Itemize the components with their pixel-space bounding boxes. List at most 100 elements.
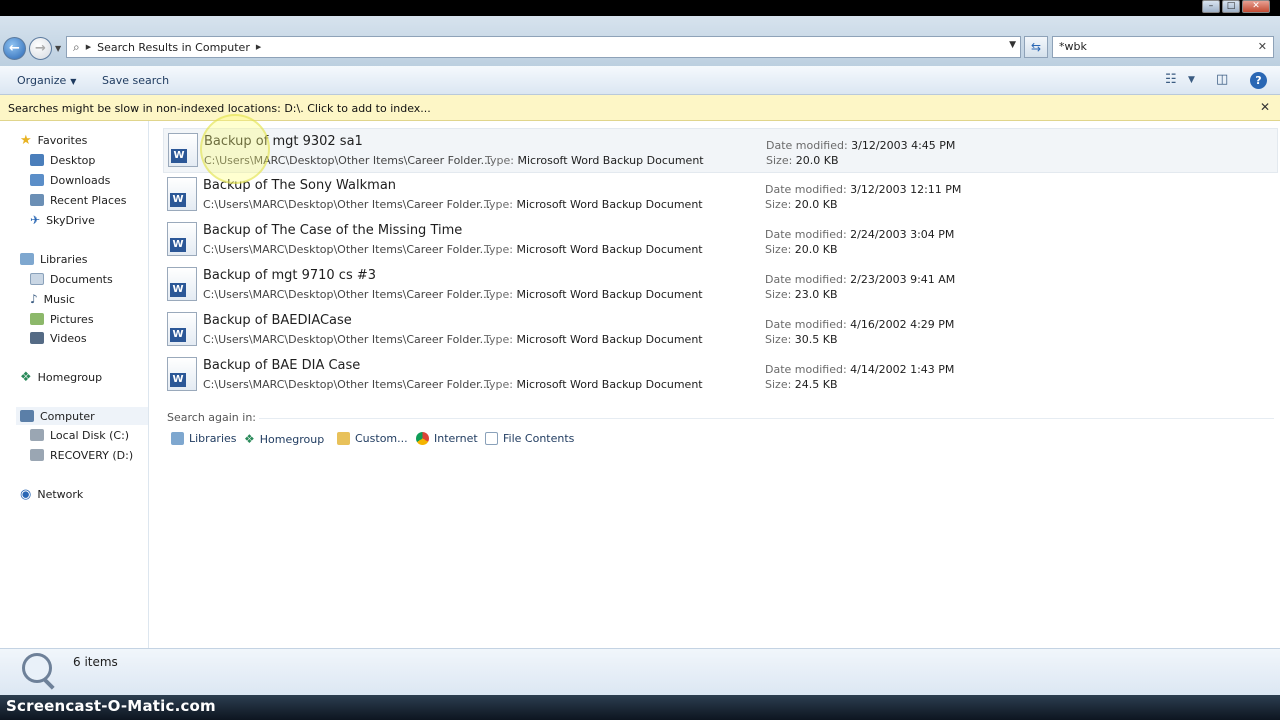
search-again-location-label: File Contents <box>503 432 575 445</box>
sidebar-item-documents[interactable]: Documents <box>30 270 113 288</box>
file-type: Type: Microsoft Word Backup Document <box>484 333 703 346</box>
size-value: 23.0 KB <box>794 288 838 301</box>
clear-search-icon[interactable]: ✕ <box>1258 40 1267 53</box>
pictures-icon <box>30 313 44 325</box>
list-item[interactable]: W Backup of BAEDIACase C:\Users\MARC\Des… <box>163 308 1278 353</box>
search-icon: ⌕ <box>73 39 80 54</box>
date-value: 2/24/2003 3:04 PM <box>850 228 955 241</box>
sidebar-item-recent-places[interactable]: Recent Places <box>30 191 127 209</box>
close-button[interactable]: ✕ <box>1242 0 1270 13</box>
sidebar-item-desktop[interactable]: Desktop <box>30 151 95 169</box>
type-label: Type: <box>484 198 513 211</box>
list-item[interactable]: W Backup of BAE DIA Case C:\Users\MARC\D… <box>163 353 1278 398</box>
save-search-button[interactable]: Save search <box>102 74 169 87</box>
index-warning-bar[interactable]: Searches might be slow in non-indexed lo… <box>0 95 1280 121</box>
file-date: Date modified: 4/14/2002 1:43 PM <box>765 363 954 376</box>
sidebar-item-videos[interactable]: Videos <box>30 329 87 347</box>
network-icon: ◉ <box>20 486 32 502</box>
type-label: Type: <box>484 288 513 301</box>
list-item[interactable]: W Backup of mgt 9302 sa1 C:\Users\MARC\D… <box>163 128 1278 173</box>
help-icon[interactable]: ? <box>1250 72 1267 89</box>
preview-pane-icon[interactable]: ◫ <box>1216 72 1228 87</box>
search-again-custom[interactable]: Custom... <box>337 432 408 445</box>
size-label: Size: <box>765 288 792 301</box>
search-again-file-contents[interactable]: File Contents <box>485 432 574 445</box>
title-bar: – □ ✕ <box>0 0 1280 16</box>
sidebar-item-label: Homegroup <box>37 370 103 384</box>
sidebar-item-label: Computer <box>40 409 95 423</box>
file-name[interactable]: Backup of mgt 9710 cs #3 <box>203 268 376 283</box>
date-value: 4/14/2002 1:43 PM <box>850 363 955 376</box>
back-button[interactable]: ← <box>3 37 26 60</box>
sidebar-item-network[interactable]: ◉ Network <box>20 485 83 503</box>
breadcrumb-search-results[interactable]: Search Results in Computer <box>97 41 250 54</box>
file-path: C:\Users\MARC\Desktop\Other Items\Career… <box>204 154 492 167</box>
list-item[interactable]: W Backup of mgt 9710 cs #3 C:\Users\MARC… <box>163 263 1278 308</box>
sidebar-item-skydrive[interactable]: ✈ SkyDrive <box>30 211 95 229</box>
address-bar[interactable]: ⌕ ▶ Search Results in Computer ▶ ▼ <box>66 36 1021 58</box>
word-document-icon: W <box>167 267 197 301</box>
file-type: Type: Microsoft Word Backup Document <box>485 154 704 167</box>
documents-icon <box>30 273 44 285</box>
hard-drive-icon <box>30 429 44 441</box>
search-input[interactable]: *wbk ✕ <box>1052 36 1274 58</box>
file-size: Size: 20.0 KB <box>766 154 839 167</box>
file-name[interactable]: Backup of The Sony Walkman <box>203 178 396 193</box>
sidebar-item-music[interactable]: ♪ Music <box>30 290 75 308</box>
close-icon[interactable]: ✕ <box>1260 100 1270 114</box>
file-name[interactable]: Backup of BAEDIACase <box>203 313 352 328</box>
sidebar-item-favorites[interactable]: ★ Favorites <box>20 131 87 149</box>
view-dropdown-icon[interactable]: ▼ <box>1188 75 1195 85</box>
list-item[interactable]: W Backup of The Sony Walkman C:\Users\MA… <box>163 173 1278 218</box>
file-date: Date modified: 3/12/2003 12:11 PM <box>765 183 961 196</box>
file-date: Date modified: 2/24/2003 3:04 PM <box>765 228 954 241</box>
view-options-icon[interactable]: ☷ <box>1165 72 1177 87</box>
size-value: 20.0 KB <box>795 154 839 167</box>
address-history-dropdown-icon[interactable]: ▼ <box>1009 40 1016 50</box>
navigation-bar: ← → ▼ ⌕ ▶ Search Results in Computer ▶ ▼… <box>0 16 1280 66</box>
sidebar-item-label: Network <box>37 487 84 501</box>
file-path: C:\Users\MARC\Desktop\Other Items\Career… <box>203 288 491 301</box>
music-icon: ♪ <box>30 292 38 306</box>
command-bar: Organize ▼ Save search ☷ ▼ ◫ ? <box>0 66 1280 95</box>
type-value: Microsoft Word Backup Document <box>516 243 703 256</box>
file-type: Type: Microsoft Word Backup Document <box>484 243 703 256</box>
sidebar-item-downloads[interactable]: Downloads <box>30 171 110 189</box>
file-name[interactable]: Backup of The Case of the Missing Time <box>203 223 462 238</box>
sidebar-item-recovery-d[interactable]: RECOVERY (D:) <box>30 446 133 464</box>
organize-label: Organize <box>17 74 67 87</box>
word-document-icon: W <box>168 133 198 167</box>
homegroup-icon: ❖ <box>244 432 255 446</box>
search-again-libraries[interactable]: Libraries <box>171 432 237 445</box>
maximize-button[interactable]: □ <box>1222 0 1240 13</box>
chrome-browser-icon <box>416 432 429 445</box>
search-again-homegroup[interactable]: ❖ Homegroup <box>244 432 324 446</box>
breadcrumb-chevron-icon[interactable]: ▶ <box>86 43 91 51</box>
sidebar-item-computer[interactable]: Computer <box>16 407 148 425</box>
word-document-icon: W <box>167 357 197 391</box>
sidebar-item-label: Local Disk (C:) <box>50 428 130 442</box>
refresh-button[interactable]: ⇆ <box>1024 36 1048 58</box>
forward-button[interactable]: → <box>29 37 52 60</box>
date-value: 4/16/2002 4:29 PM <box>850 318 955 331</box>
breadcrumb-chevron-icon[interactable]: ▶ <box>256 43 261 51</box>
sidebar-item-homegroup[interactable]: ❖ Homegroup <box>20 368 102 386</box>
skydrive-icon: ✈ <box>30 213 41 227</box>
type-value: Microsoft Word Backup Document <box>516 378 703 391</box>
computer-icon <box>20 410 34 422</box>
file-name[interactable]: Backup of BAE DIA Case <box>203 358 360 373</box>
size-value: 24.5 KB <box>794 378 838 391</box>
file-name[interactable]: Backup of mgt 9302 sa1 <box>204 134 363 149</box>
navigation-pane: ★ Favorites Desktop Downloads Recent Pla… <box>0 121 149 648</box>
recent-pages-dropdown-icon[interactable]: ▼ <box>55 44 61 53</box>
minimize-button[interactable]: – <box>1202 0 1220 13</box>
search-results-pane: W Backup of mgt 9302 sa1 C:\Users\MARC\D… <box>149 121 1280 648</box>
sidebar-item-pictures[interactable]: Pictures <box>30 310 94 328</box>
sidebar-item-libraries[interactable]: Libraries <box>20 250 88 268</box>
list-item[interactable]: W Backup of The Case of the Missing Time… <box>163 218 1278 263</box>
date-value: 3/12/2003 4:45 PM <box>851 139 956 152</box>
organize-button[interactable]: Organize ▼ <box>17 74 76 87</box>
sidebar-item-local-disk-c[interactable]: Local Disk (C:) <box>30 426 129 444</box>
search-again-internet[interactable]: Internet <box>416 432 478 445</box>
file-path: C:\Users\MARC\Desktop\Other Items\Career… <box>203 333 491 346</box>
